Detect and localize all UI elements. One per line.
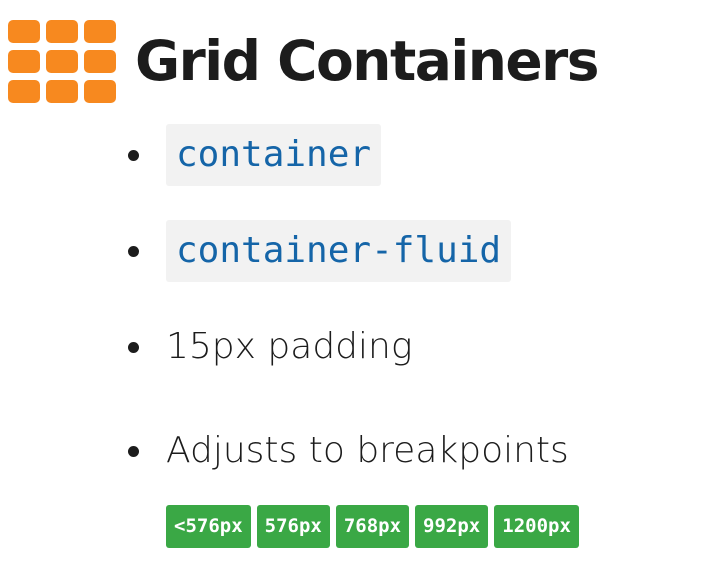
- bullet-dot-icon: [128, 149, 139, 161]
- bullet-dot-icon: [128, 445, 139, 457]
- breakpoint-badge-md: 768px: [335, 505, 410, 548]
- bullet-text-breakpoints: Adjusts to breakpoints: [166, 430, 569, 471]
- breakpoint-badge-xl: 1200px: [494, 505, 579, 548]
- bullet-dot-icon: [128, 341, 139, 353]
- breakpoint-badges: <576px 576px 768px 992px 1200px: [166, 505, 579, 548]
- bullet-text-padding: 15px padding: [166, 326, 413, 367]
- bullet-dot-icon: [128, 245, 139, 257]
- code-chip-container: container: [166, 124, 382, 186]
- code-chip-container-fluid: container-fluid: [166, 220, 512, 282]
- breakpoint-badge-sm: 576px: [256, 505, 330, 548]
- breakpoint-badge-lg: 992px: [415, 505, 489, 548]
- bullet-item-breakpoints: Adjusts to breakpoints: [128, 433, 569, 469]
- bullet-item-padding: 15px padding: [128, 329, 412, 365]
- breakpoint-badge-xs: <576px: [166, 505, 251, 548]
- bullet-list: container container-fluid 15px padding A…: [0, 0, 715, 569]
- bullet-item-container: container: [128, 124, 382, 186]
- bullet-item-container-fluid: container-fluid: [128, 220, 512, 282]
